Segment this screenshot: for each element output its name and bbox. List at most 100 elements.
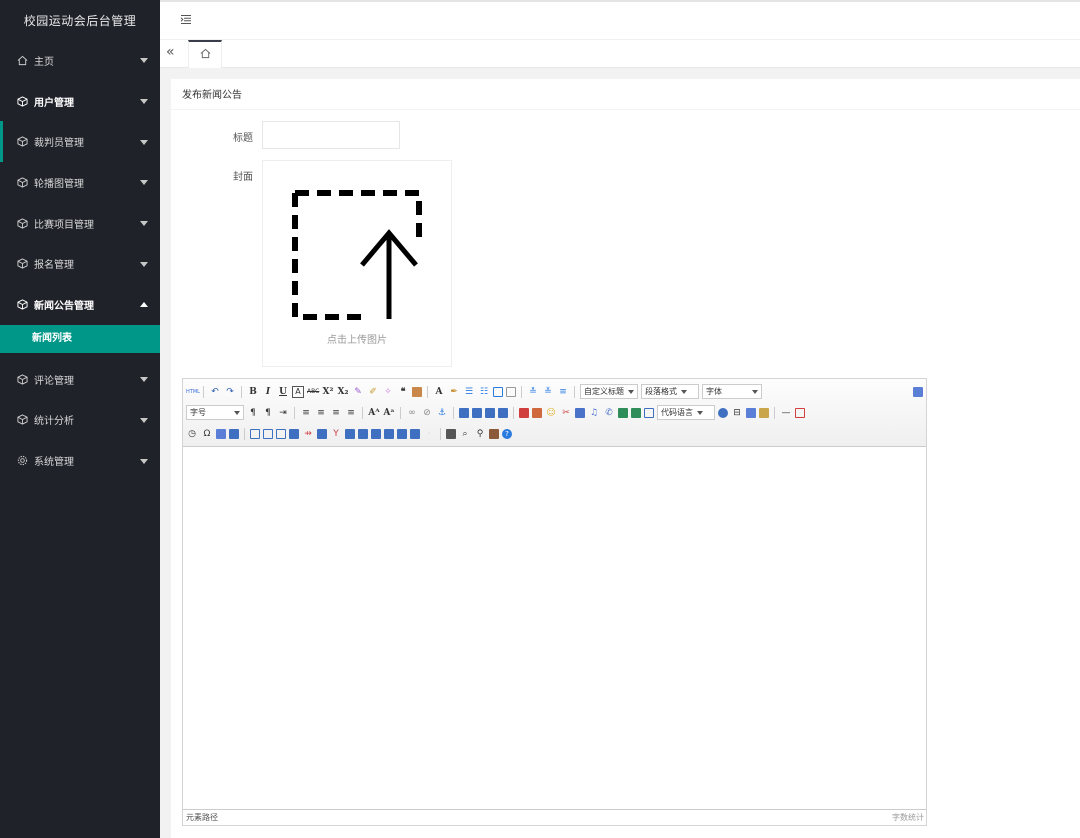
html-source-icon[interactable]: HTML <box>186 386 200 398</box>
paragraph-format-select[interactable]: 段落格式 <box>641 384 699 399</box>
drafts-icon[interactable] <box>489 428 499 439</box>
sidebar-item-events[interactable]: 比赛项目管理 <box>0 203 160 244</box>
print-icon[interactable] <box>446 428 456 439</box>
insert-frame-icon[interactable] <box>644 407 654 418</box>
clear-doc-icon[interactable] <box>506 386 516 397</box>
italic-icon[interactable]: I <box>262 386 274 398</box>
gmap-icon[interactable] <box>631 407 641 418</box>
editor-content-area[interactable] <box>183 447 926 809</box>
auto-format-icon[interactable]: ✐ <box>367 386 379 398</box>
split-to-rows-icon[interactable] <box>397 428 407 439</box>
font-color-icon[interactable]: A <box>433 386 445 398</box>
code-language-select[interactable]: 代码语言 <box>657 405 715 420</box>
wordimage-icon[interactable] <box>759 407 769 418</box>
simple-upload-icon[interactable] <box>519 407 529 418</box>
custom-heading-select[interactable]: 自定义标题 <box>580 384 638 399</box>
image-center-icon[interactable] <box>498 407 508 418</box>
title-input[interactable] <box>262 121 400 149</box>
attachment-icon[interactable]: ✆ <box>603 407 615 419</box>
blockquote-icon[interactable]: ❝ <box>397 386 409 398</box>
font-size-select[interactable]: 字号 <box>186 405 244 420</box>
horizontal-rule-icon[interactable]: — <box>780 407 792 419</box>
delete-table-icon[interactable] <box>263 428 273 439</box>
delete-col-icon[interactable]: Y <box>330 428 342 440</box>
map-icon[interactable] <box>618 407 628 418</box>
superscript-icon[interactable]: X² <box>322 386 334 398</box>
insert-video-icon[interactable] <box>575 407 585 418</box>
justify-center-icon[interactable]: ≡ <box>315 407 327 419</box>
bold-icon[interactable]: B <box>247 386 259 398</box>
ordered-list-icon[interactable]: ☰ <box>463 386 475 398</box>
format-match-icon[interactable]: ✎ <box>352 386 364 398</box>
template-icon[interactable] <box>746 407 756 418</box>
sidebar-item-referees[interactable]: 裁判员管理 <box>0 121 160 163</box>
anchor-icon[interactable]: ⚓ <box>436 407 448 419</box>
row-spacing-bottom-icon[interactable]: ≚ <box>542 386 554 398</box>
insert-table-icon[interactable] <box>250 428 260 439</box>
line-height-icon[interactable]: ≡ <box>557 386 569 398</box>
clear-format-icon[interactable]: ✧ <box>382 386 394 398</box>
font-family-select[interactable]: 字体 <box>702 384 762 399</box>
font-border-icon[interactable]: A <box>292 385 304 398</box>
image-left-icon[interactable] <box>472 407 482 418</box>
cover-upload[interactable]: 点击上传图片 <box>262 160 452 367</box>
unordered-list-icon[interactable]: ☷ <box>478 386 490 398</box>
select-all-icon[interactable] <box>493 386 503 397</box>
undo-icon[interactable]: ↶ <box>209 386 221 398</box>
justify-left-icon[interactable]: ≡ <box>300 407 312 419</box>
unlink-icon[interactable]: ⊘ <box>421 407 433 419</box>
time-icon[interactable]: ◷ <box>186 428 198 440</box>
search-replace-icon[interactable]: ⚲ <box>474 428 486 440</box>
highlight-color-icon[interactable]: ✒ <box>448 386 460 398</box>
paste-plain-icon[interactable] <box>412 386 422 397</box>
insert-row-icon[interactable] <box>289 428 299 439</box>
directionality-rtl-icon[interactable]: ¶ <box>262 407 274 419</box>
split-to-cols-icon[interactable] <box>410 428 420 439</box>
chart-icon[interactable]: · <box>423 428 435 440</box>
special-char-icon[interactable]: Ω <box>201 428 213 440</box>
directionality-ltr-icon[interactable]: ¶ <box>247 407 259 419</box>
image-right-icon[interactable] <box>485 407 495 418</box>
redo-icon[interactable]: ↷ <box>224 386 236 398</box>
split-to-cells-icon[interactable] <box>384 428 394 439</box>
delete-row-icon[interactable]: ⇸ <box>302 428 314 440</box>
sidebar-item-users[interactable]: 用户管理 <box>0 81 160 122</box>
row-spacing-top-icon[interactable]: ≛ <box>527 386 539 398</box>
sidebar-item-system[interactable]: 系统管理 <box>0 440 160 481</box>
image-none-icon[interactable] <box>459 407 469 418</box>
sidebar-item-carousel[interactable]: 轮播图管理 <box>0 162 160 203</box>
merge-right-icon[interactable] <box>358 428 368 439</box>
spechars-icon[interactable] <box>229 428 239 439</box>
link-icon[interactable]: ∞ <box>406 407 418 419</box>
sidebar-subitem-news-list[interactable]: 新闻列表 <box>0 324 160 353</box>
justify-right-icon[interactable]: ≡ <box>330 407 342 419</box>
fullscreen-icon[interactable] <box>913 386 923 397</box>
music-icon[interactable]: ♫ <box>588 407 600 419</box>
insert-col-icon[interactable] <box>317 428 327 439</box>
sidebar-item-home[interactable]: 主页 <box>0 40 160 81</box>
sidebar-item-statistics[interactable]: 统计分析 <box>0 400 160 441</box>
tab-home[interactable] <box>188 40 222 68</box>
insert-image-icon[interactable] <box>532 407 542 418</box>
date-icon[interactable] <box>795 407 805 418</box>
indent-icon[interactable]: ⇥ <box>277 407 289 419</box>
background-icon[interactable]: ⊟ <box>731 407 743 419</box>
scrawl-icon[interactable]: ✂ <box>560 407 572 419</box>
merge-cells-icon[interactable] <box>345 428 355 439</box>
menu-toggle-icon[interactable] <box>180 14 192 28</box>
tab-scroll-left-icon[interactable]: « <box>166 44 175 60</box>
justify-full-icon[interactable]: ≡ <box>345 407 357 419</box>
underline-icon[interactable]: U <box>277 386 289 398</box>
subscript-icon[interactable]: X₂ <box>337 386 349 398</box>
to-uppercase-icon[interactable]: Aᴬ <box>368 407 380 419</box>
page-break-icon[interactable] <box>718 407 728 418</box>
snapscreen-icon[interactable] <box>216 428 226 439</box>
emotion-icon[interactable]: ☺ <box>545 407 557 419</box>
merge-down-icon[interactable] <box>371 428 381 439</box>
sidebar-item-comments[interactable]: 评论管理 <box>0 359 160 400</box>
to-lowercase-icon[interactable]: Aᵃ <box>383 407 395 419</box>
preview-icon[interactable]: ⌕ <box>459 428 471 440</box>
insert-paragraph-before-table-icon[interactable] <box>276 428 286 439</box>
sidebar-item-news[interactable]: 新闻公告管理 <box>0 284 160 325</box>
help-icon[interactable]: ? <box>502 428 512 439</box>
